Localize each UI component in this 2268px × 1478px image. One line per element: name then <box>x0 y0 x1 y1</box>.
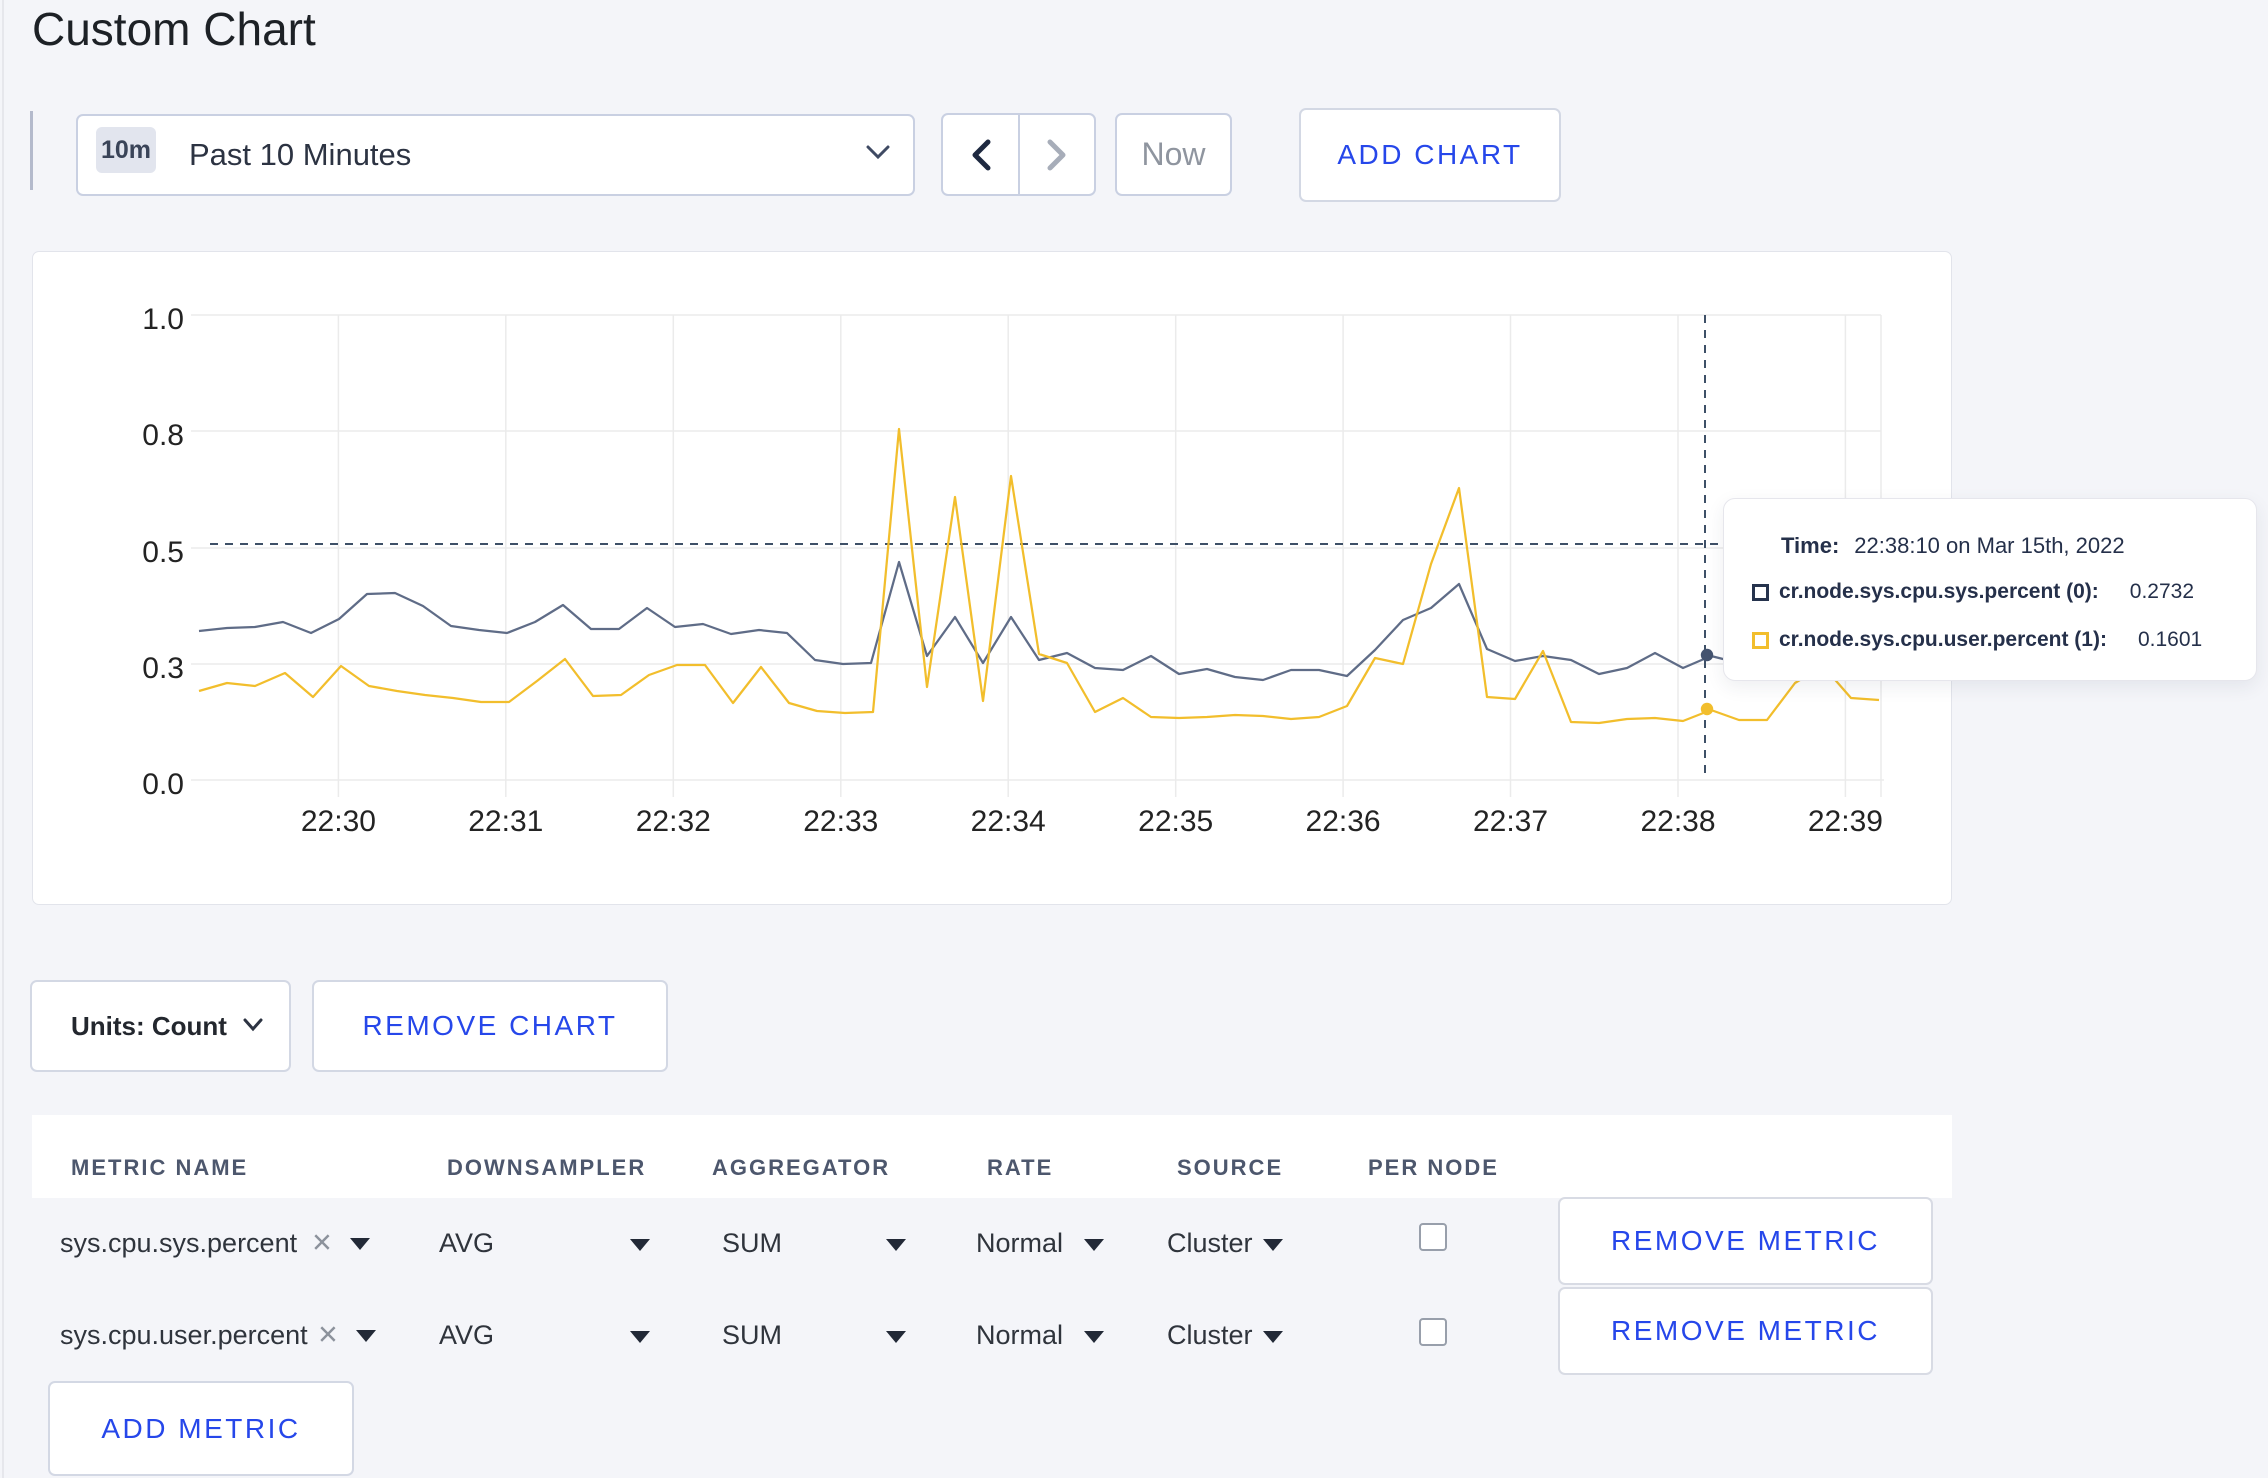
svg-text:0.3: 0.3 <box>142 652 184 685</box>
svg-text:22:38: 22:38 <box>1640 805 1715 838</box>
svg-text:1.0: 1.0 <box>142 303 184 336</box>
svg-text:22:39: 22:39 <box>1808 805 1883 838</box>
svg-text:22:31: 22:31 <box>468 805 543 838</box>
svg-text:22:35: 22:35 <box>1138 805 1213 838</box>
svg-text:0.0: 0.0 <box>142 768 184 801</box>
svg-text:22:30: 22:30 <box>301 805 376 838</box>
svg-text:22:37: 22:37 <box>1473 805 1548 838</box>
svg-text:22:36: 22:36 <box>1306 805 1381 838</box>
svg-text:22:33: 22:33 <box>803 805 878 838</box>
svg-text:22:32: 22:32 <box>636 805 711 838</box>
svg-text:0.5: 0.5 <box>142 536 184 569</box>
svg-text:22:34: 22:34 <box>971 805 1046 838</box>
svg-text:0.8: 0.8 <box>142 419 184 452</box>
